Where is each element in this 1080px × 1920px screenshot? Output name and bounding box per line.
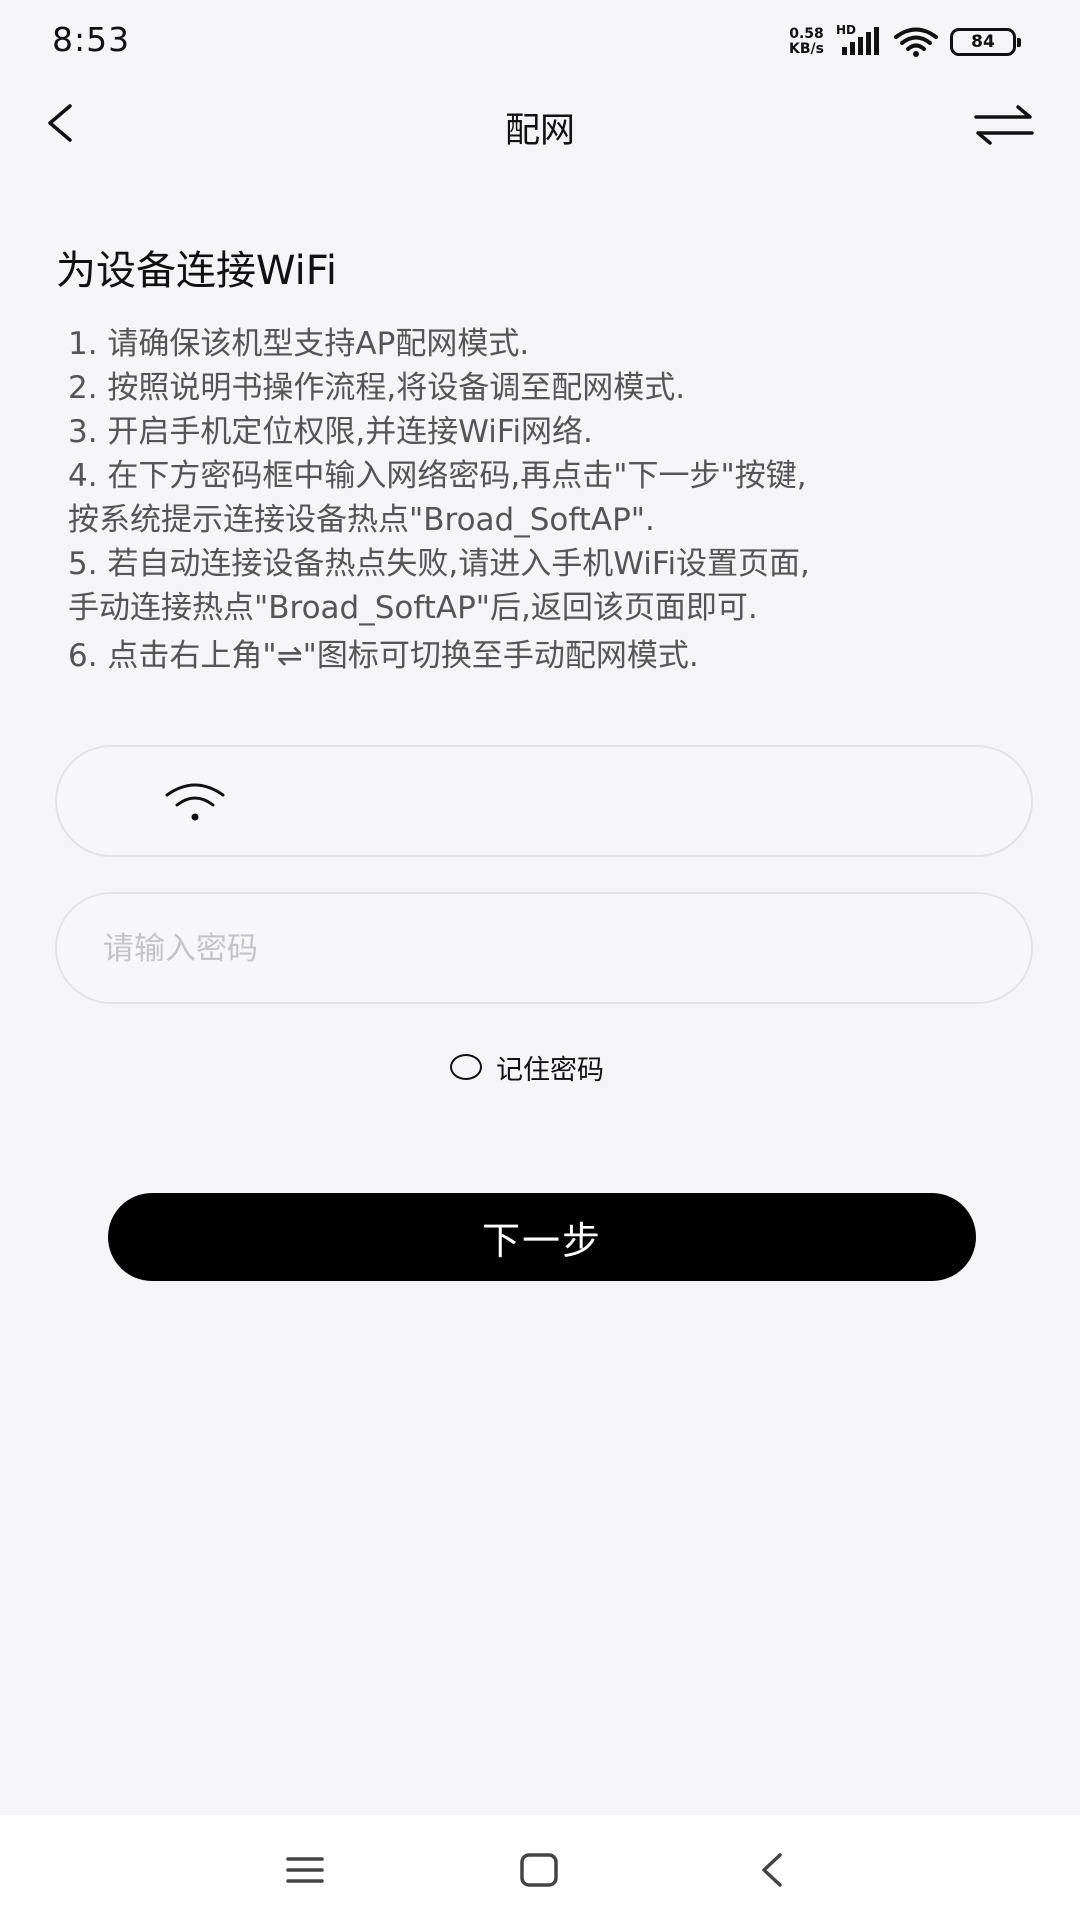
password-input[interactable] <box>101 894 985 1004</box>
password-field-container <box>55 892 1033 1004</box>
instruction-line: 5. 若自动连接设备热点失败,请进入手机WiFi设置页面, <box>68 546 810 582</box>
home-icon[interactable] <box>514 1845 564 1895</box>
instruction-line: 2. 按照说明书操作流程,将设备调至配网模式. <box>68 370 686 406</box>
wifi-icon <box>165 783 225 821</box>
page-title: 配网 <box>504 111 575 151</box>
radio-circle-icon[interactable] <box>450 1054 482 1080</box>
instruction-line: 6. 点击右上角"⇌"图标可切换至手动配网模式. <box>68 638 699 674</box>
wifi-name-field[interactable] <box>55 745 1033 857</box>
swap-arrows-icon <box>974 105 1034 145</box>
instruction-line: 1. 请确保该机型支持AP配网模式. <box>68 326 530 362</box>
signal-icon: HD <box>836 23 882 57</box>
status-bar: 8:53 0.58 KB/s HD 84 <box>0 0 1080 80</box>
system-nav-bar <box>0 1815 1080 1920</box>
remember-password-label: 记住密码 <box>496 1054 604 1086</box>
network-speed-value: 0.58 <box>789 26 824 42</box>
menu-icon[interactable] <box>280 1845 330 1895</box>
instruction-line: 按系统提示连接设备热点"Broad_SoftAP". <box>68 502 655 538</box>
status-indicators: 0.58 KB/s HD 84 <box>789 23 1021 60</box>
network-type-label: HD <box>836 23 857 37</box>
battery-icon: 84 <box>950 28 1021 56</box>
section-title: 为设备连接WiFi <box>56 248 337 294</box>
status-time: 8:53 <box>52 20 131 59</box>
wifi-icon <box>894 27 938 57</box>
back-icon[interactable] <box>748 1845 798 1895</box>
instruction-line: 3. 开启手机定位权限,并连接WiFi网络. <box>68 414 593 450</box>
remember-password-checkbox[interactable]: 记住密码 <box>450 1048 604 1086</box>
network-speed: 0.58 KB/s <box>789 27 824 57</box>
instruction-line: 手动连接热点"Broad_SoftAP"后,返回该页面即可. <box>68 590 758 626</box>
network-speed-unit: KB/s <box>789 41 824 57</box>
instruction-line: 4. 在下方密码框中输入网络密码,再点击"下一步"按键, <box>68 458 807 494</box>
instructions: 1. 请确保该机型支持AP配网模式. 2. 按照说明书操作流程,将设备调至配网模… <box>68 322 1058 678</box>
next-button[interactable]: 下一步 <box>108 1193 976 1281</box>
nav-bar: 配网 <box>0 80 1080 170</box>
switch-mode-button[interactable] <box>972 100 1036 150</box>
battery-level: 84 <box>971 32 995 52</box>
